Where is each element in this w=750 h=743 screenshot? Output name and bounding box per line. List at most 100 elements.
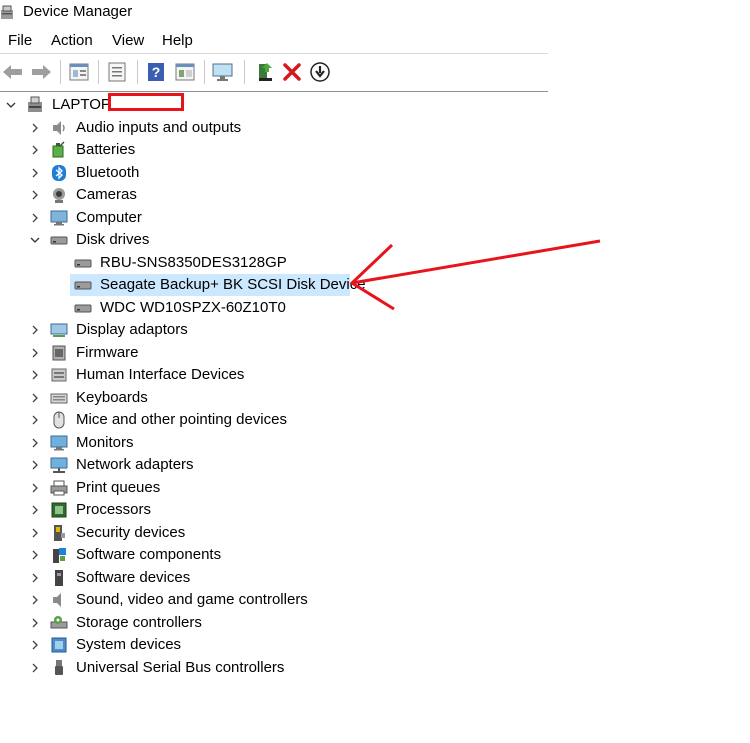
chevron-right-icon[interactable]: [30, 325, 40, 335]
tree-item-human-interface-devices[interactable]: Human Interface Devices: [0, 364, 548, 386]
tree-item-network-adapters[interactable]: Network adapters: [0, 454, 548, 476]
disk-drive-icon: [74, 276, 92, 294]
tree-item-label: Human Interface Devices: [76, 366, 245, 383]
tree-item-label: Monitors: [76, 433, 134, 451]
battery-icon: [50, 141, 68, 159]
chevron-right-icon[interactable]: [30, 123, 40, 133]
sound-controller-icon: [50, 591, 68, 609]
chevron-right-icon[interactable]: [30, 550, 40, 560]
software-device-icon: [50, 569, 68, 587]
menu-bar: File Action View Help: [0, 27, 548, 54]
disk-drive-icon: [74, 299, 92, 317]
chevron-right-icon[interactable]: [30, 595, 40, 605]
tree-item-keyboards[interactable]: Keyboards: [0, 387, 548, 409]
tree-item-mice-and-other-pointing-devices[interactable]: Mice and other pointing devices: [0, 409, 548, 431]
chevron-right-icon[interactable]: [30, 528, 40, 538]
tree-item-firmware[interactable]: Firmware: [0, 342, 548, 364]
chevron-right-icon[interactable]: [30, 168, 40, 178]
chevron-right-icon[interactable]: [30, 415, 40, 425]
computer-icon: [50, 209, 68, 227]
device-item-label: Seagate Backup+ BK SCSI Disk Device: [100, 276, 366, 293]
tree-item-label: Sound, video and game controllers: [76, 591, 308, 608]
tree-item-storage-controllers[interactable]: Storage controllers: [0, 612, 548, 634]
menu-action[interactable]: Action: [51, 32, 93, 49]
tree-item-label: System devices: [76, 636, 182, 653]
tree-item-cameras[interactable]: Cameras: [0, 184, 548, 206]
chevron-right-icon[interactable]: [30, 370, 40, 380]
disk-drive-icon: [50, 231, 68, 249]
printer-icon: [50, 479, 68, 497]
tree-item-security-devices[interactable]: Security devices: [0, 522, 548, 544]
tree-item-monitors[interactable]: Monitors: [0, 432, 548, 454]
device-item-wdc-wd10spzx-60z10t0[interactable]: WDC WD10SPZX-60Z10T0: [0, 297, 548, 319]
tree-item-bluetooth[interactable]: Bluetooth: [0, 162, 548, 184]
firmware-icon: [50, 344, 68, 362]
tree-item-universal-serial-bus-controllers[interactable]: Universal Serial Bus controllers: [0, 657, 548, 679]
chevron-right-icon[interactable]: [30, 483, 40, 493]
chevron-down-icon[interactable]: [30, 235, 40, 245]
tree-item-label: Audio inputs and outputs: [76, 118, 242, 136]
tree-item-label: Bluetooth: [76, 163, 140, 181]
tree-item-system-devices[interactable]: System devices: [0, 634, 548, 656]
chevron-right-icon[interactable]: [30, 190, 40, 200]
security-device-icon: [50, 524, 68, 542]
menu-file[interactable]: File: [8, 32, 32, 49]
tree-item-print-queues[interactable]: Print queues: [0, 477, 548, 499]
tree-item-label: Display adaptors: [76, 321, 188, 338]
tree-item-label: Cameras: [76, 186, 137, 203]
tree-item-display-adaptors[interactable]: Display adaptors: [0, 319, 548, 341]
device-manager-app-icon: [0, 4, 15, 20]
monitor-icon: [50, 434, 68, 452]
device-manager-window: Device Manager File Action View Help ? L…: [0, 0, 548, 743]
download-icon[interactable]: [308, 60, 332, 84]
chevron-right-icon[interactable]: [30, 438, 40, 448]
chevron-right-icon[interactable]: [30, 663, 40, 673]
window-title: Device Manager: [23, 3, 133, 20]
chevron-right-icon[interactable]: [30, 573, 40, 583]
network-adapter-icon: [50, 456, 68, 474]
tree-item-computer[interactable]: Computer: [0, 207, 548, 229]
device-item-rbu-sns8350des3128gp[interactable]: RBU-SNS8350DES3128GP: [0, 252, 548, 274]
update-driver-icon[interactable]: [253, 60, 277, 84]
tree-item-label: Universal Serial Bus controllers: [76, 658, 285, 676]
chevron-right-icon[interactable]: [30, 460, 40, 470]
tree-item-disk-drives[interactable]: Disk drives: [0, 229, 548, 251]
tree-item-label: Disk drives: [76, 231, 150, 248]
tree-item-label: Processors: [76, 501, 152, 518]
chevron-right-icon[interactable]: [30, 348, 40, 358]
usb-icon: [50, 659, 68, 677]
tree-item-software-components[interactable]: Software components: [0, 544, 548, 566]
chevron-right-icon[interactable]: [30, 393, 40, 403]
tree-root[interactable]: LAPTOP-: [0, 94, 548, 116]
device-item-label: WDC WD10SPZX-60Z10T0: [100, 298, 286, 316]
chevron-down-icon[interactable]: [6, 100, 16, 110]
chevron-right-icon[interactable]: [30, 618, 40, 628]
console-tree-icon[interactable]: [105, 60, 129, 84]
tree-item-audio-inputs-and-outputs[interactable]: Audio inputs and outputs: [0, 117, 548, 139]
properties-icon[interactable]: [67, 60, 91, 84]
tree-item-batteries[interactable]: Batteries: [0, 139, 548, 161]
chevron-right-icon[interactable]: [30, 505, 40, 515]
tree-item-processors[interactable]: Processors: [0, 499, 548, 521]
help-icon[interactable]: ?: [144, 60, 168, 84]
monitor-scan-icon[interactable]: [211, 60, 235, 84]
tree-item-sound-video-and-game-controllers[interactable]: Sound, video and game controllers: [0, 589, 548, 611]
chevron-right-icon[interactable]: [30, 213, 40, 223]
menu-view[interactable]: View: [112, 32, 144, 49]
forward-icon[interactable]: [29, 60, 53, 84]
tree-item-software-devices[interactable]: Software devices: [0, 567, 548, 589]
chevron-right-icon[interactable]: [30, 145, 40, 155]
menu-help[interactable]: Help: [162, 32, 193, 49]
show-hide-icon[interactable]: [173, 60, 197, 84]
processor-icon: [50, 501, 68, 519]
tree-item-label: Print queues: [76, 478, 161, 496]
back-icon[interactable]: [1, 60, 25, 84]
device-item-seagate-backup-bk-scsi-disk-device[interactable]: Seagate Backup+ BK SCSI Disk Device: [70, 274, 366, 296]
chevron-right-icon[interactable]: [30, 640, 40, 650]
display-adaptor-icon: [50, 321, 68, 339]
tree-item-label: Software components: [76, 546, 222, 563]
tree-item-label: Firmware: [76, 343, 139, 361]
uninstall-icon[interactable]: [280, 60, 304, 84]
tree-item-label: Keyboards: [76, 388, 148, 406]
root-label: LAPTOP-: [52, 96, 116, 113]
